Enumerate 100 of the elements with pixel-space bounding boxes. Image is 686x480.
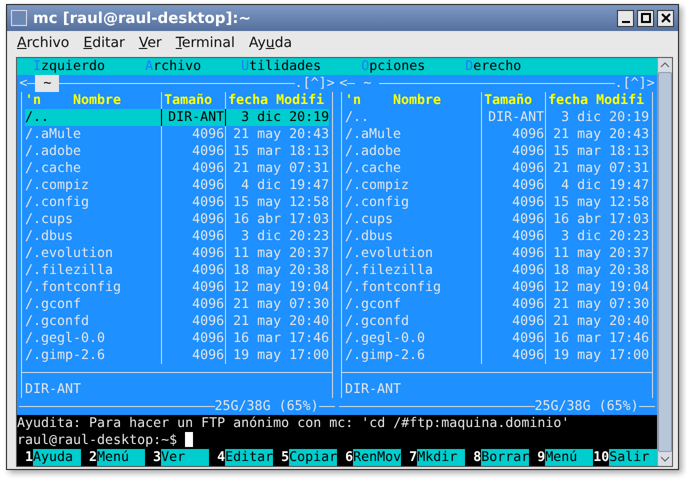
sort-indicator[interactable]: 'n — [25, 93, 42, 108]
file-name: /.dbus — [25, 229, 74, 244]
file-name: /.adobe — [25, 144, 82, 159]
file-row[interactable]: /.aMule 4096 21 may 20:43 — [25, 126, 330, 143]
column-header[interactable]: fecha Modifi — [548, 93, 644, 108]
file-row[interactable]: /.cache 4096 21 may 07:31 — [25, 160, 330, 177]
sort-indicator[interactable]: 'n — [345, 93, 362, 108]
file-row[interactable]: /.config 4096 15 may 12:58 — [25, 194, 330, 211]
file-date: 19 may 17:00 — [553, 348, 650, 363]
file-name: /.gconfd — [345, 314, 410, 329]
file-row[interactable]: /.fontconfig 4096 12 may 19:04 — [25, 279, 330, 296]
menu-item[interactable]: Ver — [138, 35, 162, 51]
file-name: /.cups — [345, 212, 394, 227]
file-name: /.cups — [25, 212, 74, 227]
file-name: /.gconf — [345, 297, 402, 312]
file-date: 19 may 17:00 — [233, 348, 330, 363]
file-date: 3 dic 20:19 — [561, 110, 650, 125]
file-date: 21 may 07:31 — [233, 161, 330, 176]
file-row[interactable]: /.gimp-2.6 4096 19 may 17:00 — [345, 347, 650, 364]
minimize-icon — [622, 20, 630, 22]
file-size: 4096 — [512, 161, 544, 176]
file-size: 4096 — [512, 229, 544, 244]
file-size: 4096 — [512, 144, 544, 159]
file-row[interactable]: /.gconf 4096 21 may 07:30 — [345, 296, 650, 313]
scroll-up-icon[interactable] — [660, 62, 670, 68]
file-name: /.gconf — [25, 297, 82, 312]
scrollbar[interactable] — [657, 58, 672, 466]
file-row[interactable]: /.aMule 4096 21 may 20:43 — [345, 126, 650, 143]
file-date: 21 may 07:30 — [553, 297, 650, 312]
file-name: /.evolution — [25, 246, 114, 261]
file-row[interactable]: /.adobe 4096 15 mar 18:13 — [25, 143, 330, 160]
file-row[interactable]: /.gconfd 4096 21 may 20:40 — [25, 313, 330, 330]
file-row[interactable]: /.. DIR-ANT 3 dic 20:19 — [25, 109, 330, 126]
window-icon[interactable] — [11, 10, 27, 26]
file-row[interactable]: /.config 4096 15 may 12:58 — [345, 194, 650, 211]
menu-item[interactable]: Opciones — [361, 58, 466, 75]
file-size: 4096 — [512, 246, 544, 261]
file-size: 4096 — [512, 263, 544, 278]
column-header[interactable]: fecha Modifi — [228, 93, 324, 108]
file-row[interactable]: /.gimp-2.6 4096 19 may 17:00 — [25, 347, 330, 364]
disk-usage: 25G/38G (65%) — [534, 398, 639, 415]
file-row[interactable]: /.adobe 4096 15 mar 18:13 — [345, 143, 650, 160]
file-size: 4096 — [512, 348, 544, 363]
file-row[interactable]: /.gconf 4096 21 may 07:30 — [25, 296, 330, 313]
file-row[interactable]: /.gegl-0.0 4096 16 mar 17:46 — [345, 330, 650, 347]
column-header[interactable]: Nombre — [393, 93, 442, 108]
menu-item[interactable]: Editar — [83, 35, 125, 51]
file-row[interactable]: /.dbus 4096 3 dic 20:23 — [25, 228, 330, 245]
file-row[interactable]: /.gconfd 4096 21 may 20:40 — [345, 313, 650, 330]
file-row[interactable]: /.gegl-0.0 4096 16 mar 17:46 — [25, 330, 330, 347]
file-date: 21 may 20:40 — [233, 314, 330, 329]
file-row[interactable]: /.dbus 4096 3 dic 20:23 — [345, 228, 650, 245]
file-row[interactable]: /.cups 4096 16 abr 17:03 — [25, 211, 330, 228]
menu-item[interactable]: Izquierdo — [33, 58, 146, 75]
file-row[interactable]: /.fontconfig 4096 12 may 19:04 — [345, 279, 650, 296]
close-button[interactable] — [657, 10, 674, 26]
file-row[interactable]: /.cups 4096 16 abr 17:03 — [345, 211, 650, 228]
minimize-button[interactable] — [617, 10, 634, 26]
file-size: 4096 — [192, 263, 224, 278]
file-row[interactable]: /.evolution 4096 11 may 20:37 — [25, 245, 330, 262]
file-name: /.config — [345, 195, 410, 210]
menu-item[interactable]: Terminal — [176, 35, 235, 51]
file-date: 3 dic 20:19 — [241, 110, 330, 125]
file-size: 4096 — [512, 331, 544, 346]
menu-item[interactable]: Derecho — [465, 58, 522, 75]
file-row[interactable]: /.. DIR-ANT 3 dic 20:19 — [345, 109, 650, 126]
menu-item[interactable]: Ayuda — [248, 35, 292, 51]
column-header[interactable]: Nombre — [73, 93, 122, 108]
file-date: 18 may 20:38 — [233, 263, 330, 278]
file-date: 18 may 20:38 — [553, 263, 650, 278]
maximize-button[interactable] — [637, 10, 654, 26]
panel-left-arrow[interactable]: < — [19, 75, 28, 92]
file-date: 15 may 12:58 — [553, 195, 650, 210]
file-row[interactable]: /.compiz 4096 4 dic 19:47 — [25, 177, 330, 194]
file-name: /.evolution — [345, 246, 434, 261]
column-header[interactable]: Tamaño — [484, 93, 532, 108]
menu-item[interactable]: Archivo — [17, 35, 70, 51]
file-name: /.adobe — [345, 144, 402, 159]
file-row[interactable]: /.compiz 4096 4 dic 19:47 — [345, 177, 650, 194]
menu-item[interactable]: Archivo — [145, 58, 242, 75]
file-date: 21 may 20:43 — [553, 127, 650, 142]
file-date: 21 may 20:43 — [233, 127, 330, 142]
file-row[interactable]: /.filezilla 4096 18 may 20:38 — [25, 262, 330, 279]
panel-history-control[interactable]: .[^]> — [294, 75, 335, 92]
menu-item[interactable]: Utilidades — [241, 58, 362, 75]
file-row[interactable]: /.cache 4096 21 may 07:31 — [345, 160, 650, 177]
file-size: DIR-ANT — [488, 110, 544, 125]
file-row[interactable]: /.filezilla 4096 18 may 20:38 — [345, 262, 650, 279]
file-size: 4096 — [192, 280, 224, 295]
file-name: /.aMule — [345, 127, 402, 142]
panel-history-control[interactable]: .[^]> — [614, 75, 655, 92]
file-size: 4096 — [192, 212, 224, 227]
maximize-icon — [640, 13, 650, 23]
column-header[interactable]: Tamaño — [164, 93, 212, 108]
file-row[interactable]: /.evolution 4096 11 may 20:37 — [345, 245, 650, 262]
file-name: /.aMule — [25, 127, 82, 142]
scroll-down-icon[interactable] — [660, 456, 670, 462]
file-size: 4096 — [192, 161, 224, 176]
panel-left-arrow[interactable]: < — [339, 75, 348, 92]
file-name: /.config — [25, 195, 90, 210]
